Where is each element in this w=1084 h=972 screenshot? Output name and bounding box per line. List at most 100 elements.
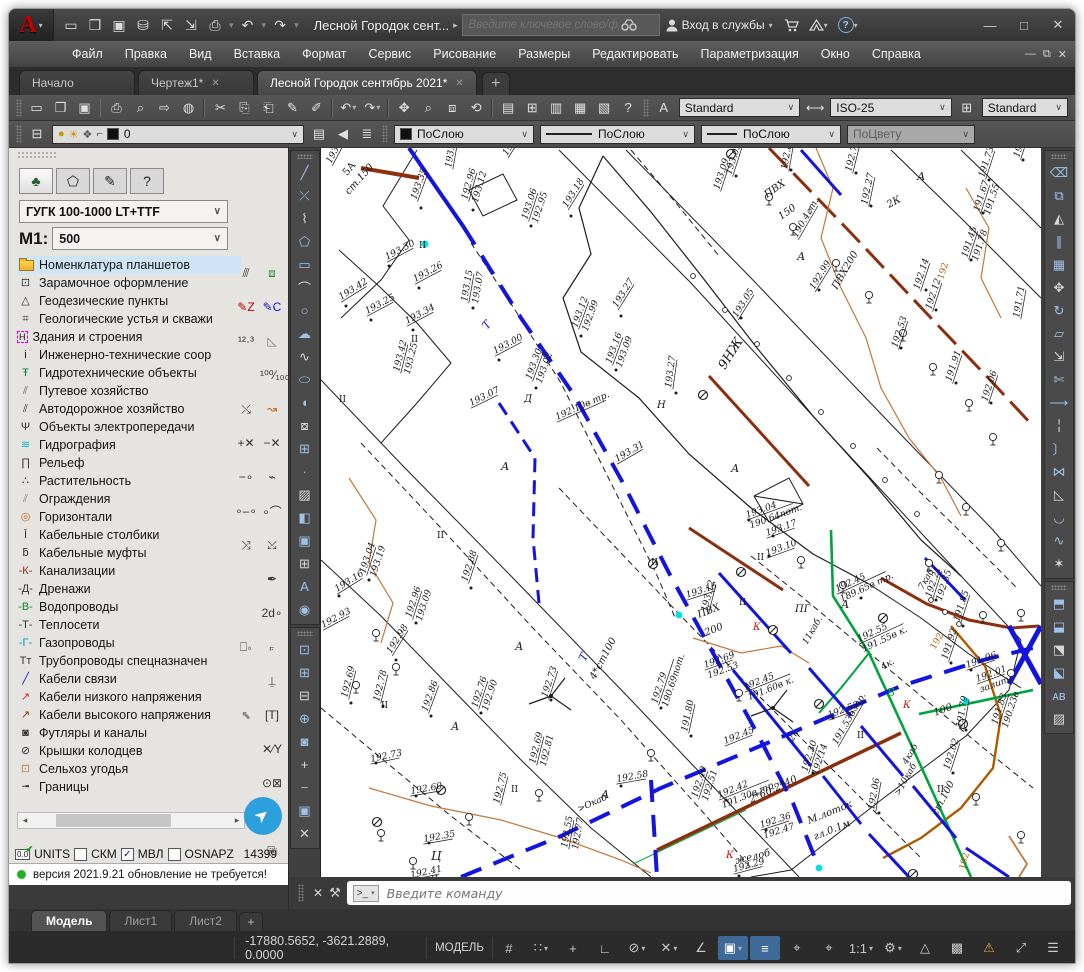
palette-tool-icon[interactable]: ⍊ [260, 674, 284, 689]
quick-calc-icon[interactable]: ▧ [592, 97, 616, 119]
palette-tool-icon[interactable]: ¹²·³ [234, 334, 258, 348]
menu-Справка[interactable]: Справка [861, 41, 932, 67]
autodesk-app-icon[interactable]: ▾ [804, 13, 833, 37]
extend-icon[interactable]: ⟶ [1047, 391, 1071, 414]
palette-tool-icon[interactable]: [T] [260, 708, 284, 722]
palette-tool-icon[interactable]: −∘ [234, 470, 258, 484]
palette-tool-icon[interactable]: ⟔ [260, 640, 284, 655]
palette-tool-icon[interactable]: ⧈ [260, 266, 284, 281]
break-icon[interactable]: 〕 [1047, 437, 1071, 460]
text-to-front-icon[interactable]: ᴀʙ [1047, 684, 1071, 707]
palette-item[interactable]: ƃКабельные муфты [17, 544, 241, 562]
layer-lock-icon[interactable]: ⌐ [96, 128, 102, 140]
palette-tool-icon[interactable]: −✕ [260, 436, 284, 450]
arc-icon[interactable]: ⌒ [293, 276, 317, 299]
array-icon[interactable]: ▦ [1047, 253, 1071, 276]
layer-select[interactable]: ●☀❖⌐0∨ [52, 125, 304, 144]
palette-item[interactable]: ТтТрубопроводы спецназначен [17, 652, 241, 670]
zoom-out-icon[interactable]: − [293, 776, 317, 799]
menu-Вид[interactable]: Вид [178, 41, 223, 67]
palette-tool-icon[interactable]: ✕⁄Y [260, 742, 284, 756]
tab-help[interactable]: ? [130, 168, 164, 194]
palette-tool-icon[interactable]: ⌁ [260, 470, 284, 484]
palette-tool-icon[interactable]: ⤯ [234, 402, 258, 417]
layer-freeze-icon[interactable]: ☀ [69, 128, 79, 141]
layer-on-icon[interactable]: ● [58, 128, 65, 140]
menu-Файл[interactable]: Файл [61, 41, 114, 67]
fillet-icon[interactable]: ◡ [1047, 506, 1071, 529]
scale-icon[interactable]: ▱ [1047, 322, 1071, 345]
sheet-set-icon[interactable]: ▦ [568, 97, 592, 119]
menu-Вставка[interactable]: Вставка [223, 41, 291, 67]
cut-icon[interactable]: ✂ [208, 97, 232, 119]
palette-item[interactable]: ⊡Зарамочное оформление [17, 274, 241, 292]
erase-icon[interactable]: ⌫ [1047, 161, 1071, 184]
file-tab[interactable]: Начало [19, 70, 135, 95]
minimize-button[interactable]: — [973, 12, 1007, 38]
spline-icon[interactable]: ∿ [293, 345, 317, 368]
command-grip[interactable] [298, 884, 304, 902]
upload-icon[interactable]: ⇲ [180, 14, 202, 36]
offset-icon[interactable]: ∥ [1047, 230, 1071, 253]
polar-tracking-icon[interactable]: ⊘▾ [622, 936, 652, 960]
stretch-icon[interactable]: ⇲ [1047, 345, 1071, 368]
palette-tool-icon[interactable]: ✎C [260, 300, 284, 314]
copy-icon[interactable]: ⧉ [1047, 184, 1071, 207]
menu-Размеры[interactable]: Размеры [507, 41, 581, 67]
zoom-scale-icon[interactable]: ⊟ [293, 684, 317, 707]
bring-above-icon[interactable]: ⬔ [1047, 638, 1071, 661]
palette-tool-icon[interactable]: ¹⁰⁰⁄₁₀₀ [260, 368, 284, 382]
palette-tool-icon[interactable]: ⎕∘ [234, 640, 258, 655]
toolbar-grip[interactable] [643, 99, 649, 117]
units-display-icon[interactable]: ▩ [942, 936, 972, 960]
open-icon[interactable]: ❒ [49, 97, 73, 119]
point-icon[interactable]: ∙ [293, 460, 317, 483]
zoom-window-icon[interactable]: ⧈ [440, 97, 464, 119]
tab-close-icon[interactable]: ✕ [455, 78, 463, 89]
copy-clip-icon[interactable]: ⎘ [232, 97, 256, 119]
palette-tool-icon[interactable]: ✒ [260, 572, 284, 586]
menu-Формат[interactable]: Формат [291, 41, 357, 67]
make-current-layer-icon[interactable]: ▤ [307, 123, 331, 145]
join-icon[interactable]: ⋈ [1047, 460, 1071, 483]
zoom-window-icon[interactable]: ⊡ [293, 638, 317, 661]
paste-icon[interactable]: ⎗ [256, 97, 280, 119]
zoom-extents-icon[interactable]: ✕ [293, 822, 317, 845]
palette-item[interactable]: ↗Кабели низкого напряжения [17, 688, 241, 706]
scale-select[interactable]: 500∨ [52, 227, 228, 250]
print-icon[interactable]: ⎙ [204, 14, 226, 36]
polyline-icon[interactable]: ⌇ [293, 207, 317, 230]
send-to-back-icon[interactable]: ⬓ [1047, 615, 1071, 638]
palette-tool-icon[interactable]: ⤩ [260, 538, 284, 553]
palette-item[interactable]: ◎Горизонтали [17, 508, 241, 526]
zoom-object-icon[interactable]: ◙ [293, 730, 317, 753]
text-style-select[interactable]: Standard∨ [679, 98, 801, 117]
palette-item[interactable]: -Г-Газопроводы [17, 634, 241, 652]
toolbar-grip[interactable] [1051, 585, 1067, 590]
palette-item[interactable]: ⊡Сельхоз угодья [17, 760, 241, 778]
new-layout-button[interactable]: + [239, 912, 263, 931]
palette-item[interactable]: ΨОбъекты электропередачи [17, 418, 241, 436]
maximize-button[interactable]: □ [1007, 12, 1041, 38]
palette-tool-icon[interactable]: ↝ [260, 402, 284, 416]
save-as-icon[interactable]: ⛁ [132, 14, 154, 36]
hatch-icon[interactable]: ▨ [293, 483, 317, 506]
menu-Сервис[interactable]: Сервис [357, 41, 422, 67]
chamfer-icon[interactable]: ◺ [1047, 483, 1071, 506]
graphics-performance-icon[interactable]: ⚠ [974, 936, 1004, 960]
palette-item[interactable]: iИнженерно-технические соор [17, 346, 241, 364]
palette-item[interactable]: ∴Растительность [17, 472, 241, 490]
toolbar-grip[interactable] [297, 154, 313, 159]
customize-icon[interactable]: ☰ [1038, 936, 1068, 960]
insert-block-icon[interactable]: ⧇ [293, 414, 317, 437]
new-icon[interactable]: ▭ [25, 97, 49, 119]
doc-minimize-icon[interactable]: — [1025, 48, 1036, 60]
table-style-icon[interactable]: ⊞ [955, 97, 979, 119]
palette-item[interactable]: -К-Канализации [17, 562, 241, 580]
binoculars-icon[interactable] [621, 19, 637, 31]
workspace-icon[interactable]: ⚙▾ [878, 936, 908, 960]
region-icon[interactable]: ▣ [293, 529, 317, 552]
ortho-icon[interactable]: ∟ [590, 936, 620, 960]
tool-palettes-icon[interactable]: ▥ [544, 97, 568, 119]
command-input-area[interactable]: >_▾ [347, 881, 1071, 905]
